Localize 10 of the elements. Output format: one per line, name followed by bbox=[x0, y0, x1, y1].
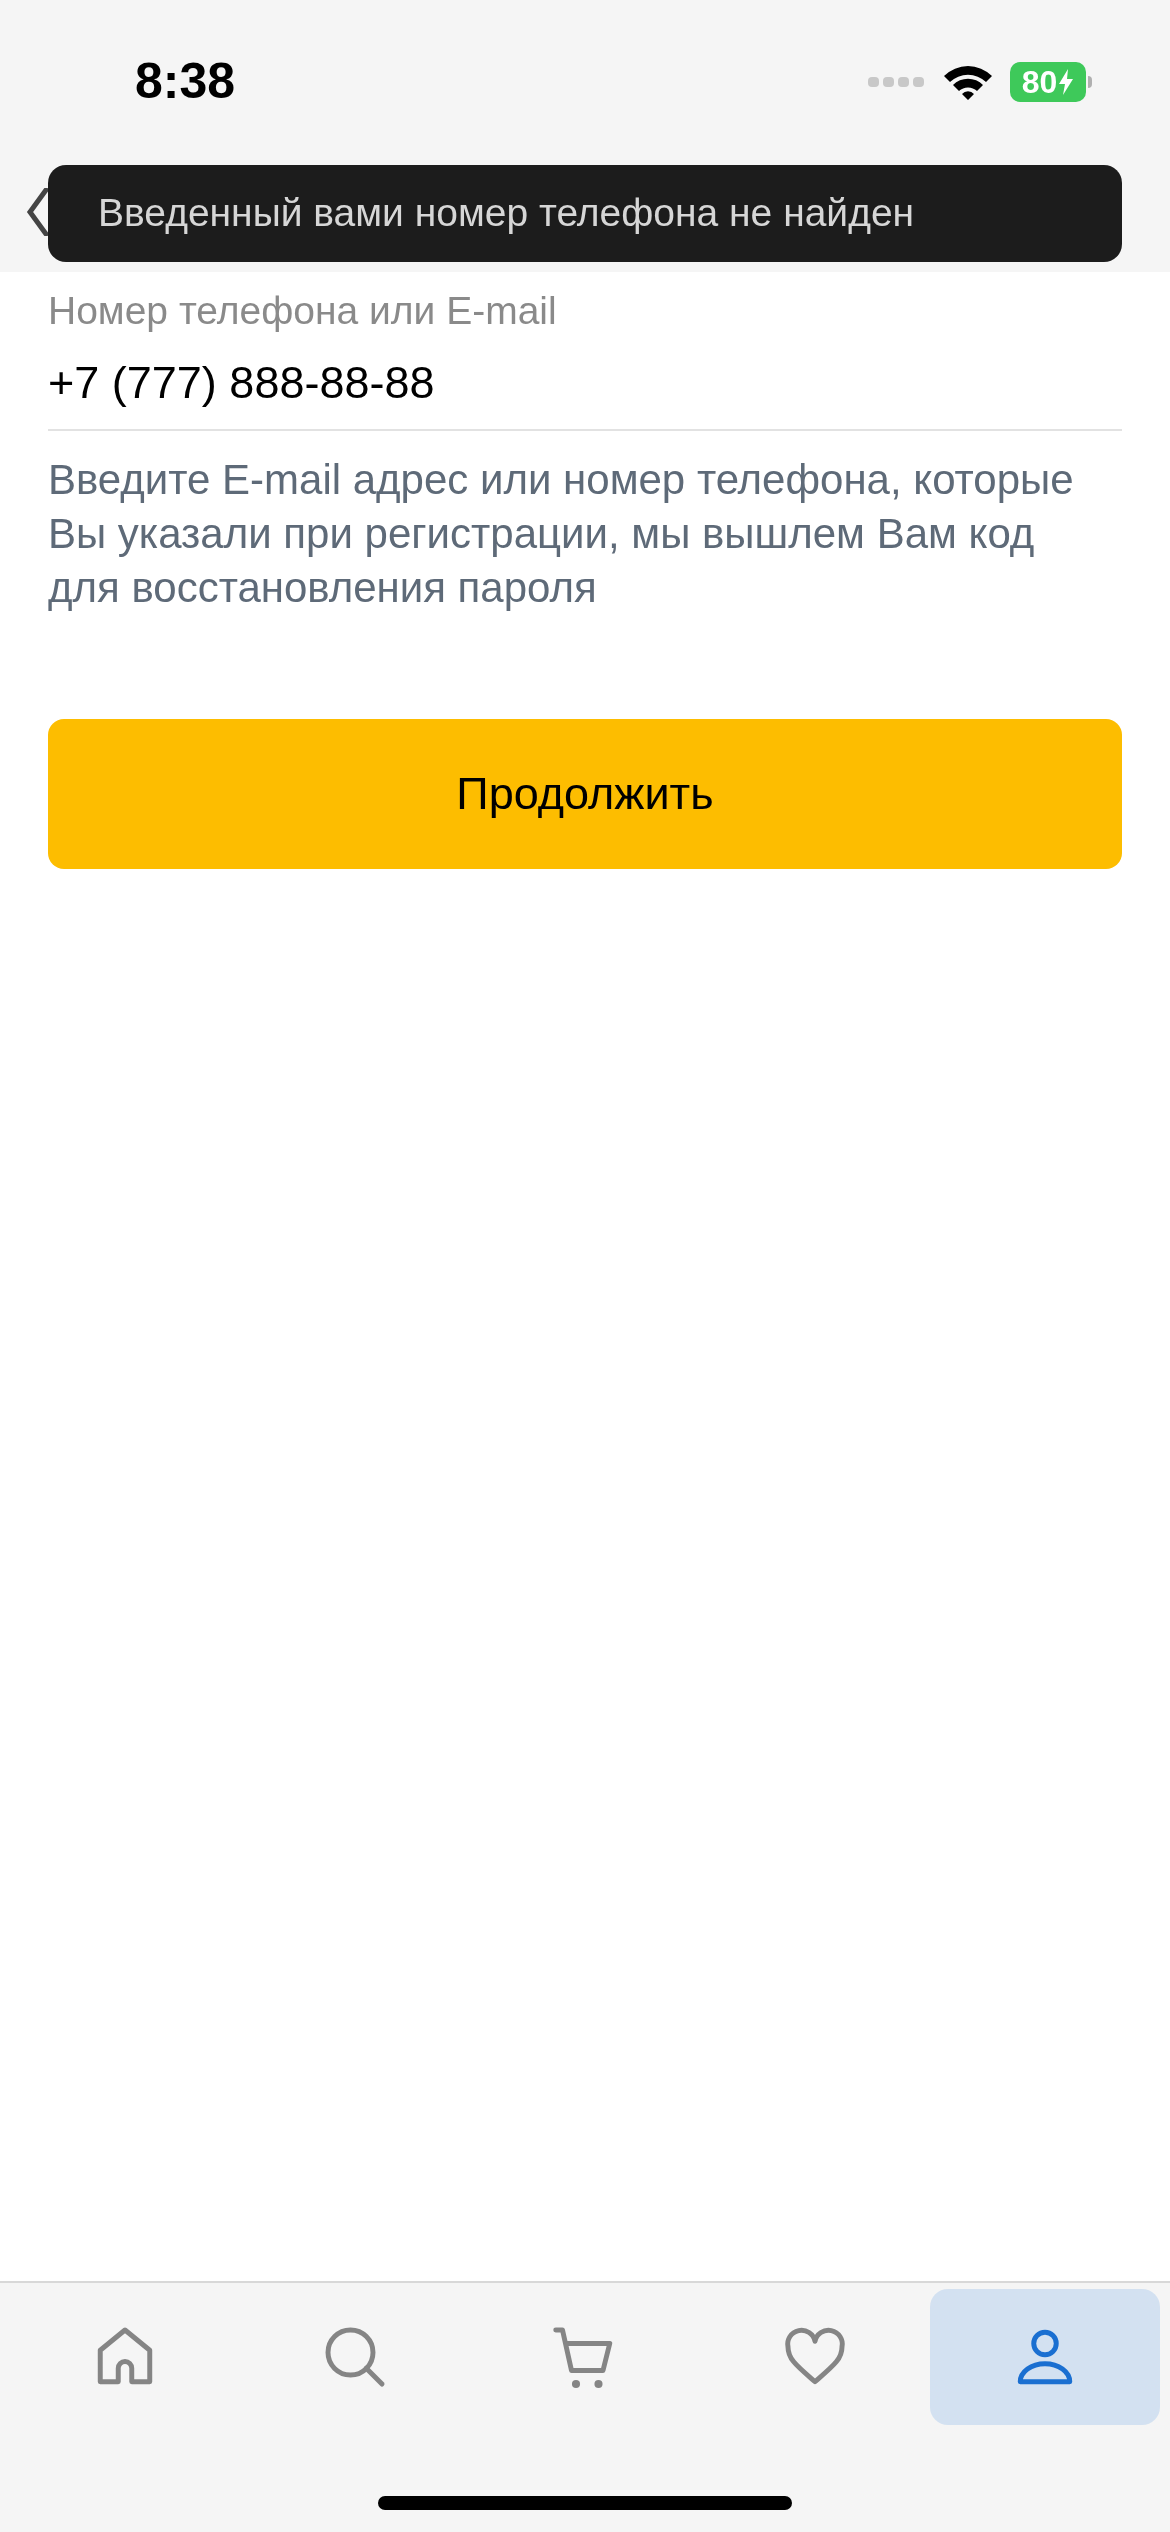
back-chevron-icon[interactable] bbox=[26, 188, 48, 236]
hint-text: Введите E-mail адрес или номер телефона, которые Вы указали при регистрации, мы вышлем Вам код для восстановления пароля bbox=[48, 454, 1075, 613]
tab-button[interactable] bbox=[930, 2289, 1160, 2425]
field-label: Номер телефона или E-mail bbox=[48, 288, 558, 334]
battery-level: 80 bbox=[1021, 65, 1058, 98]
continue-button[interactable]: Продолжить bbox=[48, 718, 1122, 869]
signal-icon bbox=[868, 74, 926, 89]
phone-email-field[interactable]: +7 (777) 888-88-88 bbox=[48, 340, 1122, 431]
status-time: 8:38 bbox=[135, 52, 236, 111]
toast-message: Введенный вами номер телефона не найден bbox=[98, 190, 915, 237]
